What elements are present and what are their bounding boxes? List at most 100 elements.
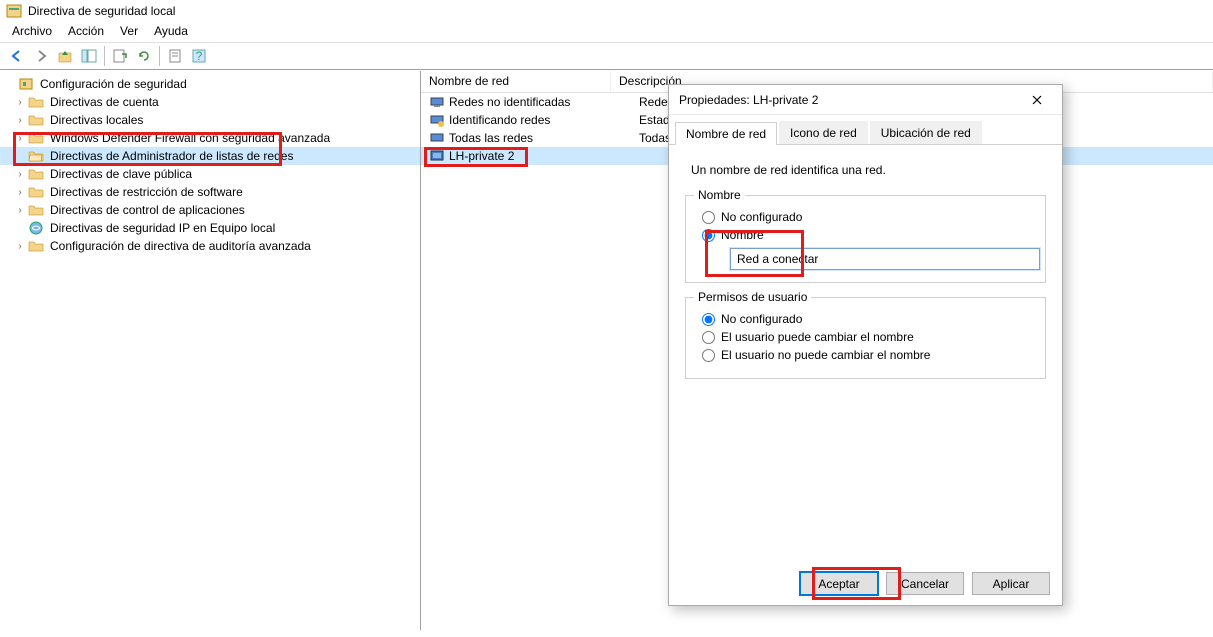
back-icon[interactable] [6, 45, 28, 67]
menu-help[interactable]: Ayuda [146, 22, 196, 42]
folder-icon [28, 130, 44, 146]
tree-label: Directivas de control de aplicaciones [48, 203, 247, 217]
radio-perm-notconf[interactable]: No configurado [702, 312, 1035, 326]
dialog-tabs: Nombre de red Icono de red Ubicación de … [669, 121, 1062, 145]
tree-label: Configuración de directiva de auditoría … [48, 239, 313, 253]
radio-input[interactable] [702, 211, 715, 224]
app-icon [6, 3, 22, 19]
radio-label: Nombre [721, 228, 764, 242]
tab-network-location[interactable]: Ubicación de red [870, 121, 982, 144]
tree-label: Directivas de clave pública [48, 167, 194, 181]
tree-pane[interactable]: Configuración de seguridad › Directivas … [0, 71, 421, 630]
folder-icon [28, 94, 44, 110]
dialog-titlebar[interactable]: Propiedades: LH-private 2 [669, 85, 1062, 115]
column-header-name[interactable]: Nombre de red [421, 71, 611, 92]
radio-label: No configurado [721, 312, 802, 326]
close-button[interactable] [1022, 88, 1052, 112]
tree-item[interactable]: › Directivas de clave pública [0, 165, 420, 183]
network-icon [429, 112, 445, 128]
show-hide-tree-icon[interactable] [78, 45, 100, 67]
up-icon[interactable] [54, 45, 76, 67]
tree-label: Configuración de seguridad [38, 77, 189, 91]
tree-label: Directivas de Administrador de listas de… [48, 149, 295, 163]
refresh-icon[interactable] [133, 45, 155, 67]
tree-item[interactable]: › Configuración de directiva de auditorí… [0, 237, 420, 255]
folder-icon [28, 184, 44, 200]
radio-perm-can[interactable]: El usuario puede cambiar el nombre [702, 330, 1035, 344]
expand-icon[interactable]: › [12, 115, 28, 126]
tree-item[interactable]: › Directivas de restricción de software [0, 183, 420, 201]
tree-item[interactable]: Directivas de seguridad IP en Equipo loc… [0, 219, 420, 237]
tree-item[interactable]: › Directivas locales [0, 111, 420, 129]
tree-label: Directivas de seguridad IP en Equipo loc… [48, 221, 277, 235]
export-icon[interactable] [109, 45, 131, 67]
expand-icon[interactable]: › [12, 169, 28, 180]
menubar: Archivo Acción Ver Ayuda [0, 22, 1213, 42]
toolbar-separator [104, 46, 105, 66]
ok-button[interactable]: Aceptar [800, 572, 878, 595]
tree-item-selected[interactable]: Directivas de Administrador de listas de… [0, 147, 420, 165]
forward-icon[interactable] [30, 45, 52, 67]
cell-name: Redes no identificadas [449, 95, 639, 109]
menu-action[interactable]: Acción [60, 22, 112, 42]
tree-item[interactable]: › Directivas de cuenta [0, 93, 420, 111]
tree-item[interactable]: › Directivas de control de aplicaciones [0, 201, 420, 219]
menu-file[interactable]: Archivo [4, 22, 60, 42]
properties-icon[interactable] [164, 45, 186, 67]
expand-icon[interactable]: › [12, 97, 28, 108]
groupbox-permissions: Permisos de usuario No configurado El us… [685, 297, 1046, 379]
radio-label: El usuario puede cambiar el nombre [721, 330, 914, 344]
tree-label: Directivas de cuenta [48, 95, 161, 109]
tree-item[interactable]: › Windows Defender Firewall con segurida… [0, 129, 420, 147]
folder-icon [28, 202, 44, 218]
cell-name: LH-private 2 [449, 149, 639, 163]
network-name-input[interactable] [730, 248, 1040, 270]
radio-input[interactable] [702, 349, 715, 362]
dialog-button-row: Aceptar Cancelar Aplicar [800, 572, 1050, 595]
window-titlebar: Directiva de seguridad local [0, 0, 1213, 22]
radio-label: No configurado [721, 210, 802, 224]
groupbox-name: Nombre No configurado Nombre [685, 195, 1046, 283]
radio-not-configured[interactable]: No configurado [702, 210, 1035, 224]
tab-network-name[interactable]: Nombre de red [675, 122, 777, 145]
close-icon [1032, 95, 1042, 105]
network-icon [429, 130, 445, 146]
network-icon [429, 148, 445, 164]
radio-input[interactable] [702, 229, 715, 242]
tree-label: Directivas locales [48, 113, 145, 127]
cell-name: Todas las redes [449, 131, 639, 145]
radio-label: El usuario no puede cambiar el nombre [721, 348, 930, 362]
folder-icon [28, 112, 44, 128]
radio-input[interactable] [702, 331, 715, 344]
folder-icon [28, 238, 44, 254]
network-icon [429, 94, 445, 110]
security-root-icon [18, 76, 34, 92]
groupbox-legend: Permisos de usuario [694, 290, 811, 304]
radio-input[interactable] [702, 313, 715, 326]
cancel-button[interactable]: Cancelar [886, 572, 964, 595]
cell-name: Identificando redes [449, 113, 639, 127]
expand-icon[interactable]: › [12, 205, 28, 216]
folder-icon [28, 166, 44, 182]
expand-icon[interactable]: › [12, 187, 28, 198]
expand-icon[interactable]: › [12, 133, 28, 144]
tree-label: Directivas de restricción de software [48, 185, 245, 199]
help-icon[interactable]: ? [188, 45, 210, 67]
apply-button[interactable]: Aplicar [972, 572, 1050, 595]
radio-name[interactable]: Nombre [702, 228, 1035, 242]
ipsec-icon [28, 220, 44, 236]
tab-network-icon[interactable]: Icono de red [779, 121, 868, 144]
groupbox-legend: Nombre [694, 188, 745, 202]
window-title: Directiva de seguridad local [28, 4, 175, 18]
folder-open-icon [28, 148, 44, 164]
expand-icon[interactable]: › [12, 241, 28, 252]
radio-perm-cannot[interactable]: El usuario no puede cambiar el nombre [702, 348, 1035, 362]
svg-text:?: ? [196, 49, 203, 63]
dialog-body: Un nombre de red identifica una red. Nom… [669, 145, 1062, 543]
menu-view[interactable]: Ver [112, 22, 146, 42]
toolbar-separator [159, 46, 160, 66]
properties-dialog: Propiedades: LH-private 2 Nombre de red … [668, 84, 1063, 606]
tree-label: Windows Defender Firewall con seguridad … [48, 131, 332, 145]
tree-root[interactable]: Configuración de seguridad [0, 75, 420, 93]
dialog-title: Propiedades: LH-private 2 [679, 93, 818, 107]
